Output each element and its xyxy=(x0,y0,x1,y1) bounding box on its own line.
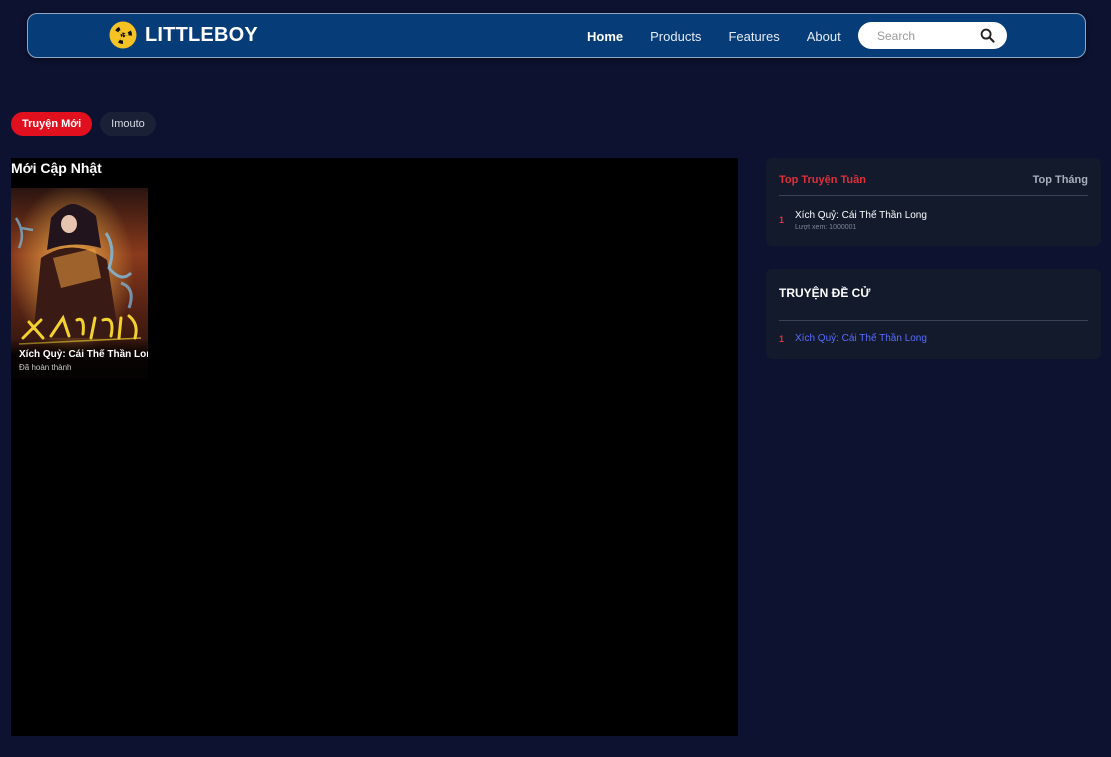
top-ranking-tabs: Top Truyện Tuần Top Tháng xyxy=(779,174,1088,196)
comic-card[interactable]: Xích Quỷ: Cái Thế Thần Long Đã hoàn thàn… xyxy=(11,188,148,379)
main-panel: Mới Cập Nhật Xích Quỷ: Cái Thế Thần Long… xyxy=(11,158,738,736)
radiation-icon xyxy=(109,21,137,49)
comic-status: Đã hoàn thành xyxy=(19,363,72,372)
recommended-number: 1 xyxy=(779,333,785,344)
ranking-views: Lượt xem: 1000001 xyxy=(795,224,857,231)
tab-truyen-moi[interactable]: Truyện Mới xyxy=(11,112,93,136)
nav-link-products[interactable]: Products xyxy=(650,29,701,44)
search-icon[interactable] xyxy=(980,28,995,43)
nav-link-about[interactable]: About xyxy=(807,29,841,44)
search-input[interactable] xyxy=(875,27,975,44)
brand[interactable]: LITTLEBOY xyxy=(109,21,258,49)
tab-imouto[interactable]: Imouto xyxy=(100,112,156,136)
recommended-title: TRUYỆN ĐỀ CỬ xyxy=(779,286,1088,321)
nav-link-features[interactable]: Features xyxy=(728,29,779,44)
nav-links: Home Products Features About xyxy=(587,14,868,59)
navbar: LITTLEBOY Home Products Features About xyxy=(27,13,1086,58)
search-box xyxy=(858,22,1007,49)
section-title: Mới Cập Nhật xyxy=(11,160,102,176)
category-tabs: Truyện Mới Imouto xyxy=(11,112,156,136)
recommended-link[interactable]: Xích Quỷ: Cái Thế Thần Long xyxy=(795,333,927,344)
comic-title[interactable]: Xích Quỷ: Cái Thế Thần Long xyxy=(19,349,148,360)
brand-name: LITTLEBOY xyxy=(145,23,258,46)
ranking-item[interactable]: 1 Xích Quỷ: Cái Thế Thần Long Lượt xem: … xyxy=(779,210,927,231)
ranking-number: 1 xyxy=(779,215,785,225)
top-ranking-card: Top Truyện Tuần Top Tháng 1 Xích Quỷ: Cá… xyxy=(766,158,1101,246)
recommended-card: TRUYỆN ĐỀ CỬ 1 Xích Quỷ: Cái Thế Thần Lo… xyxy=(766,269,1101,359)
tab-top-week[interactable]: Top Truyện Tuần xyxy=(779,174,866,195)
recommended-item[interactable]: 1 Xích Quỷ: Cái Thế Thần Long xyxy=(779,333,927,344)
nav-link-home[interactable]: Home xyxy=(587,29,623,44)
ranking-title[interactable]: Xích Quỷ: Cái Thế Thần Long xyxy=(795,210,927,221)
comic-info: Xích Quỷ: Cái Thế Thần Long Đã hoàn thàn… xyxy=(11,339,148,379)
tab-top-month[interactable]: Top Tháng xyxy=(1033,174,1088,195)
